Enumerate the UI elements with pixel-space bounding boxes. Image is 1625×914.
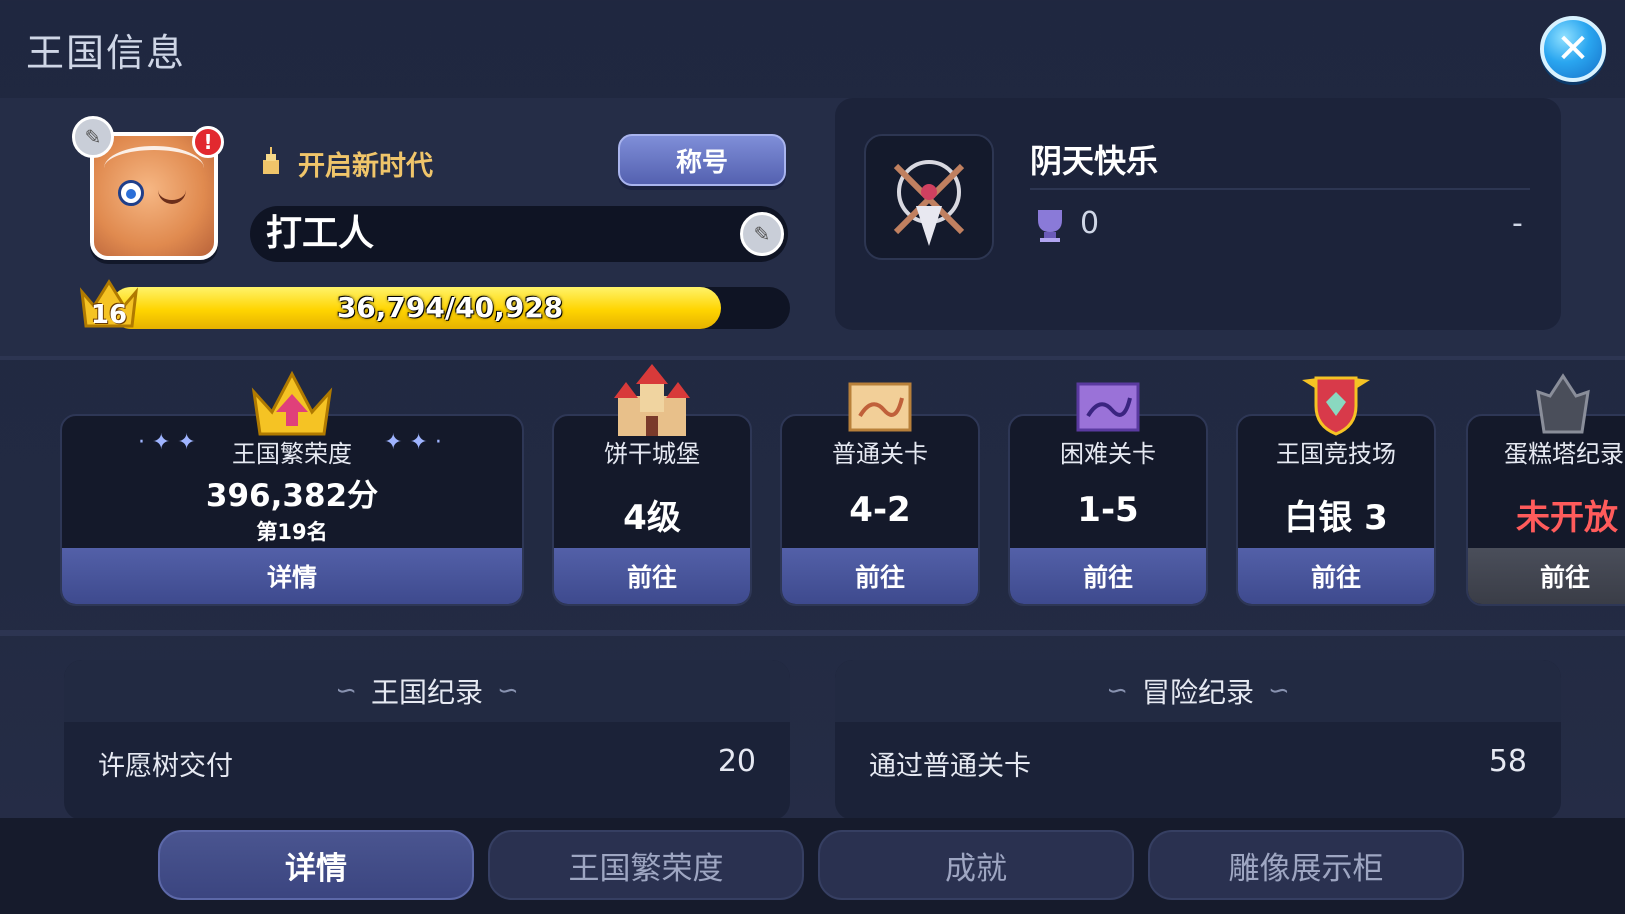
card-label: 王国繁荣度 <box>232 440 352 468</box>
avatar-wink <box>158 190 186 204</box>
ornament-left-icon: ∽ <box>335 676 357 706</box>
pencil-icon: ✎ <box>753 222 771 246</box>
ornament-right-icon: ∽ <box>1268 676 1290 706</box>
alert-badge: ! <box>192 126 224 158</box>
title-button[interactable]: 称号 <box>618 134 786 186</box>
edit-name-button[interactable]: ✎ <box>740 212 784 256</box>
tab-achievements[interactable]: 成就 <box>818 830 1134 900</box>
map-scroll-icon <box>848 382 912 432</box>
card-label: 饼干城堡 <box>604 440 700 468</box>
card-value: 1-5 <box>1077 490 1139 530</box>
card-label: 普通关卡 <box>832 440 928 468</box>
card-label: 困难关卡 <box>1060 440 1156 468</box>
arena-shield-icon <box>1302 376 1370 436</box>
guild-name: 阴天快乐 <box>1030 142 1159 180</box>
close-button[interactable]: ✕ <box>1540 16 1606 82</box>
castle-icon <box>614 364 690 436</box>
castle-card: 饼干城堡 4级 前往 <box>552 414 752 606</box>
prosperity-detail-button[interactable]: 详情 <box>62 548 522 604</box>
sparkle-left-icon: · ✦ ✦ <box>138 430 196 455</box>
tab-details[interactable]: 详情 <box>158 830 474 900</box>
guild-trophy-count: 0 <box>1080 206 1100 241</box>
record-label: 通过普通关卡 <box>869 751 1031 782</box>
guild-divider <box>1030 188 1530 190</box>
xp-text: 36,794/40,928 <box>336 291 564 324</box>
kingdom-records-title: 王国纪录 <box>370 676 483 709</box>
section-divider <box>0 356 1625 360</box>
trophy-icon <box>1038 210 1062 242</box>
arena-go-button[interactable]: 前往 <box>1238 548 1434 604</box>
player-title: 开启新时代 <box>298 151 433 182</box>
guild-rank: - <box>1512 206 1523 241</box>
level-badge: 16 <box>90 300 128 330</box>
player-name: 打工人 <box>266 213 375 254</box>
avatar-icing <box>104 146 204 190</box>
hard-stage-go-button[interactable]: 前往 <box>1010 548 1206 604</box>
pencil-icon: ✎ <box>84 125 102 149</box>
hard-map-scroll-icon <box>1076 382 1140 432</box>
guild-emblem[interactable] <box>864 134 994 260</box>
arena-card: 王国竞技场 白银 3 前往 <box>1236 414 1436 606</box>
page-title: 王国信息 <box>26 31 187 75</box>
record-value: 20 <box>717 744 756 779</box>
guild-sword-icon <box>893 160 965 246</box>
prosperity-crown-icon <box>251 370 333 436</box>
avatar-eye <box>118 180 144 206</box>
adventure-records-title: 冒险纪录 <box>1141 676 1254 709</box>
prosperity-card: 王国繁荣度 396,382分 第19名 详情 <box>60 414 524 606</box>
card-label: 蛋糕塔纪录 <box>1504 440 1624 468</box>
card-value: 396,382分 <box>205 478 379 514</box>
record-value: 58 <box>1488 744 1527 779</box>
normal-stage-go-button[interactable]: 前往 <box>782 548 978 604</box>
kingdom-records-header: ∽ 王国纪录 ∽ <box>64 660 790 722</box>
card-value: 未开放 <box>1516 498 1618 538</box>
normal-stage-card: 普通关卡 4-2 前往 <box>780 414 980 606</box>
record-row: 许愿树交付 20 <box>98 744 756 783</box>
ornament-right-icon: ∽ <box>497 676 519 706</box>
card-value: 白银 3 <box>1284 498 1388 538</box>
section-divider <box>0 630 1625 636</box>
card-value: 4级 <box>623 498 681 538</box>
record-row: 通过普通关卡 58 <box>869 744 1527 783</box>
close-icon: ✕ <box>1556 26 1590 72</box>
edit-avatar-button[interactable]: ✎ <box>72 116 114 158</box>
hard-stage-card: 困难关卡 1-5 前往 <box>1008 414 1208 606</box>
tab-prosperity[interactable]: 王国繁荣度 <box>488 830 804 900</box>
cake-title-icon <box>263 147 279 174</box>
record-label: 许愿树交付 <box>98 751 233 782</box>
card-rank: 第19名 <box>256 520 328 544</box>
cake-tower-go-button[interactable]: 前往 <box>1468 548 1625 604</box>
adventure-records-panel: ∽ 冒险纪录 ∽ 通过普通关卡 58 <box>835 660 1561 820</box>
cake-tower-card: 蛋糕塔纪录 未开放 前往 <box>1466 414 1625 606</box>
castle-go-button[interactable]: 前往 <box>554 548 750 604</box>
card-value: 4-2 <box>849 490 911 530</box>
card-label: 王国竞技场 <box>1276 440 1396 468</box>
sparkle-right-icon: ✦ ✦ · <box>384 430 442 455</box>
exclamation-icon: ! <box>203 130 213 154</box>
adventure-records-header: ∽ 冒险纪录 ∽ <box>835 660 1561 722</box>
ornament-left-icon: ∽ <box>1106 676 1128 706</box>
cake-tower-icon <box>1536 373 1590 434</box>
tab-statue-showcase[interactable]: 雕像展示柜 <box>1148 830 1464 900</box>
kingdom-records-panel: ∽ 王国纪录 ∽ 许愿树交付 20 <box>64 660 790 820</box>
